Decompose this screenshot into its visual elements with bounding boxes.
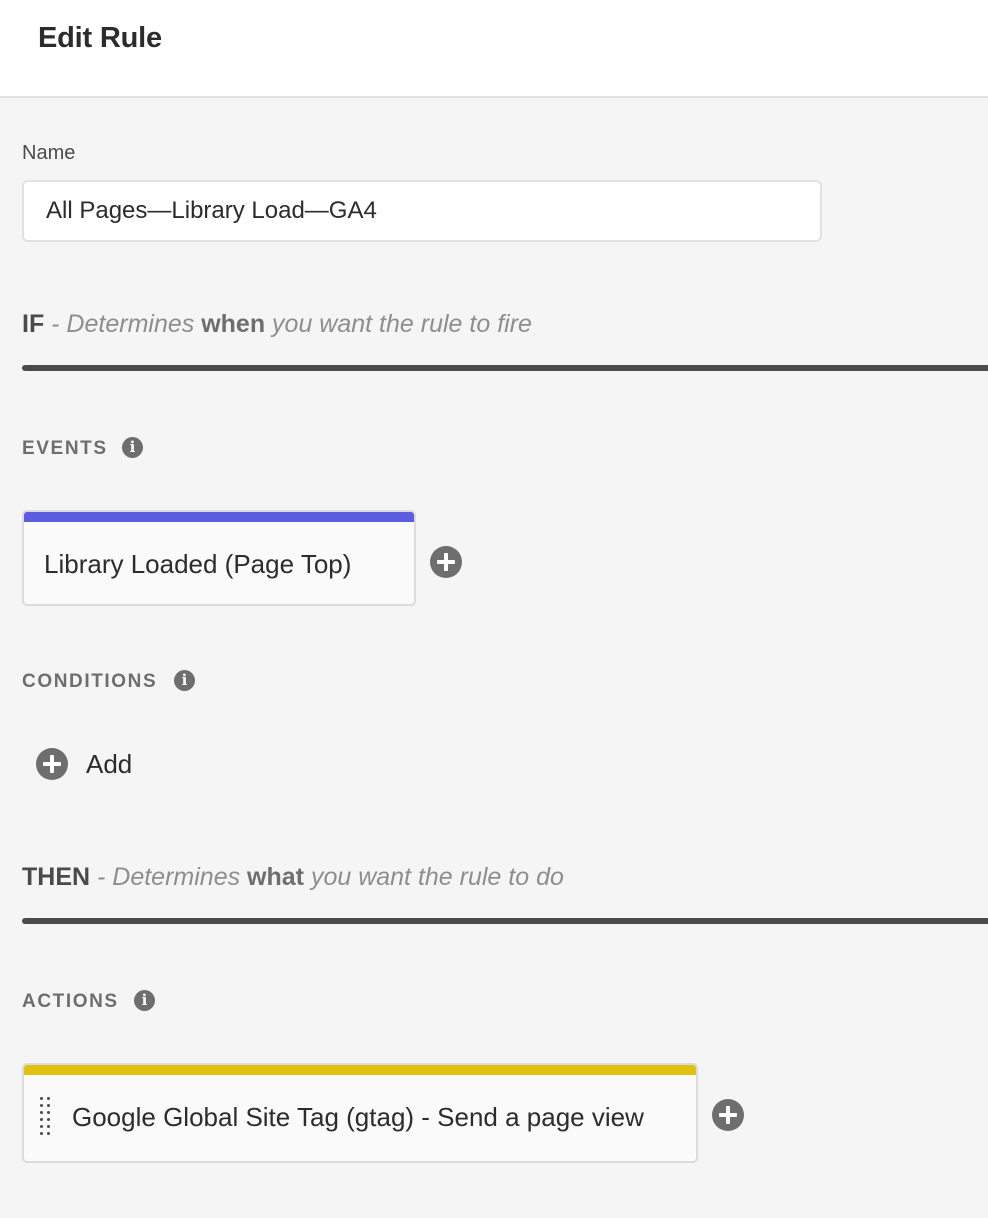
if-desc-emphasis: when (201, 310, 266, 338)
action-card[interactable]: Google Global Site Tag (gtag) - Send a p… (22, 1063, 698, 1163)
conditions-info-icon[interactable]: i (174, 670, 195, 691)
actions-info-icon[interactable]: i (134, 990, 155, 1011)
then-divider-bar (22, 918, 988, 924)
if-section-heading: IF - Determines when you want the rule t… (22, 310, 532, 339)
event-card-stripe (24, 512, 414, 522)
add-condition-label: Add (86, 749, 133, 779)
add-event-plus-icon[interactable] (430, 546, 462, 578)
action-card-stripe (24, 1065, 696, 1075)
then-desc-suffix: you want the rule to do (304, 863, 564, 891)
if-description: - Determines when you want the rule to f… (44, 310, 532, 338)
then-section-heading: THEN - Determines what you want the rule… (22, 863, 564, 892)
add-condition-plus-icon[interactable] (36, 748, 68, 780)
page-title: Edit Rule (38, 22, 162, 54)
if-desc-suffix: you want the rule to fire (265, 310, 532, 338)
actions-label: ACTIONS (22, 991, 119, 1012)
if-keyword: IF (22, 310, 45, 338)
then-keyword: THEN (22, 863, 91, 891)
rule-name-input[interactable] (22, 180, 822, 242)
then-desc-emphasis: what (247, 863, 304, 891)
if-desc-prefix: - Determines (44, 310, 202, 338)
page-header: Edit Rule (0, 0, 988, 98)
name-label: Name (22, 142, 76, 164)
events-info-icon[interactable]: i (122, 437, 143, 458)
then-desc-prefix: - Determines (90, 863, 248, 891)
event-card-label: Library Loaded (Page Top) (44, 549, 352, 579)
add-action-plus-icon[interactable] (712, 1099, 744, 1131)
event-card[interactable]: Library Loaded (Page Top) (22, 510, 416, 606)
events-label: EVENTS (22, 438, 108, 459)
then-description: - Determines what you want the rule to d… (90, 863, 564, 891)
action-card-label: Google Global Site Tag (gtag) - Send a p… (72, 1102, 644, 1132)
if-divider-bar (22, 365, 988, 371)
drag-handle-icon[interactable] (40, 1097, 52, 1135)
conditions-label: CONDITIONS (22, 671, 158, 692)
